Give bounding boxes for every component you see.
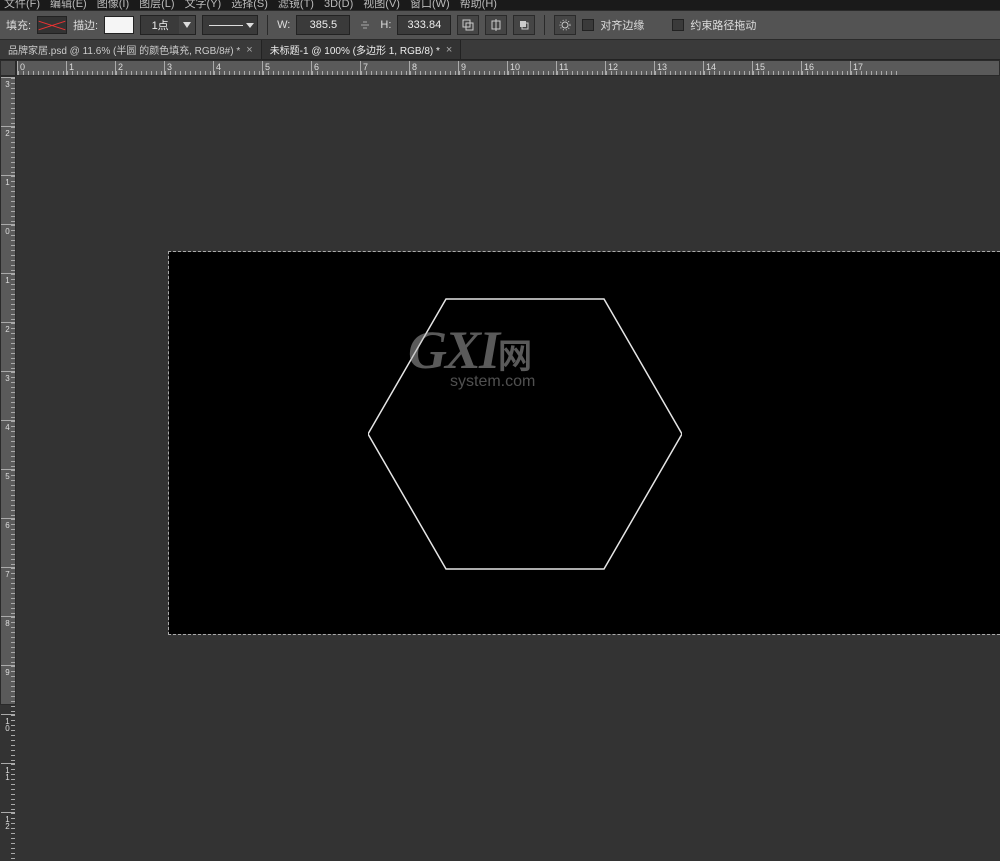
close-icon[interactable]: × [446,44,452,56]
ruler-tick: 1 [66,61,115,75]
watermark-net: 网 [498,339,532,376]
menu-bar: 文件(F) 编辑(E) 图像(I) 图层(L) 文字(Y) 选择(S) 滤镜(T… [0,0,1000,10]
close-icon[interactable]: × [246,44,252,56]
ruler-tick: 4 [213,61,262,75]
menu-file[interactable]: 文件(F) [4,0,40,10]
ruler-tick: 16 [801,61,850,75]
ruler-tick: 10 [507,61,556,75]
constrain-label: 约束路径拖动 [690,17,756,33]
stroke-width-input[interactable]: 1点 [140,15,196,35]
menu-filter[interactable]: 滤镜(T) [278,0,314,10]
watermark-sub: system.com [450,373,535,391]
path-ops-icon[interactable] [457,15,479,35]
ruler-tick: 0 [17,61,66,75]
menu-3d[interactable]: 3D(D) [324,0,353,10]
menu-image[interactable]: 图像(I) [97,0,129,10]
ruler-vtick: 6 [1,518,15,567]
ruler-corner [0,60,16,76]
ruler-vtick: 7 [1,567,15,616]
link-icon[interactable] [356,16,374,34]
ruler-vtick: 3 [1,371,15,420]
ruler-vtick: 1 [1,273,15,322]
watermark-logo: GXI [408,320,498,380]
ruler-top[interactable]: 01234567891011121314151617 [16,60,1000,76]
fill-swatch[interactable] [37,16,67,34]
ruler-tick: 7 [360,61,409,75]
ruler-tick: 14 [703,61,752,75]
divider [544,15,545,35]
ruler-tick: 8 [409,61,458,75]
document-tab-1-label: 品牌家居.psd @ 11.6% (半圆 的颜色填充, RGB/8#) * [8,42,240,57]
ruler-tick: 13 [654,61,703,75]
stroke-swatch[interactable] [104,16,134,34]
ruler-vtick: 11 [1,763,15,812]
ruler-tick: 9 [458,61,507,75]
ruler-vtick: 9 [1,665,15,714]
width-input[interactable]: 385.5 [296,15,350,35]
ruler-tick: 15 [752,61,801,75]
ruler-vtick: 0 [1,224,15,273]
ruler-tick: 11 [556,61,605,75]
ruler-vtick: 4 [1,420,15,469]
ruler-tick: 3 [164,61,213,75]
chevron-down-icon[interactable] [179,16,195,34]
menu-select[interactable]: 选择(S) [231,0,268,10]
ruler-tick: 2 [115,61,164,75]
ruler-tick: 6 [311,61,360,75]
ruler-vtick: 12 [1,812,15,861]
ruler-vtick: 3 [1,77,15,126]
ruler-vtick: 8 [1,616,15,665]
fill-label: 填充: [6,17,31,33]
menu-help[interactable]: 帮助(H) [460,0,497,10]
stroke-style-dropdown[interactable] [202,15,258,35]
canvas-area[interactable]: GXI网 system.com [16,76,1000,705]
ruler-vtick: 5 [1,469,15,518]
divider [267,15,268,35]
ruler-tick: 5 [262,61,311,75]
document-tab-2-label: 未标题-1 @ 100% (多边形 1, RGB/8) * [270,42,440,57]
watermark: GXI网 system.com [408,319,535,391]
stroke-label: 描边: [73,17,98,33]
align-icon[interactable] [485,15,507,35]
ruler-vtick: 2 [1,322,15,371]
ruler-vtick: 2 [1,126,15,175]
options-bar: 填充: 描边: 1点 W: 385.5 H: 333.84 对齐边缘 约束路径拖… [0,10,1000,40]
width-label: W: [277,19,290,31]
menu-view[interactable]: 视图(V) [363,0,400,10]
ruler-vtick: 10 [1,714,15,763]
document-tab-2[interactable]: 未标题-1 @ 100% (多边形 1, RGB/8) * × [262,40,462,59]
menu-window[interactable]: 窗口(W) [410,0,450,10]
arrange-icon[interactable] [513,15,535,35]
ruler-tick: 17 [850,61,899,75]
menu-type[interactable]: 文字(Y) [185,0,222,10]
stroke-width-value: 1点 [141,17,179,33]
ruler-left[interactable]: 3210123456789101112 [0,76,16,705]
ruler-tick: 12 [605,61,654,75]
menu-layer[interactable]: 图层(L) [139,0,174,10]
ruler-vtick: 1 [1,175,15,224]
document-tab-bar: 品牌家居.psd @ 11.6% (半圆 的颜色填充, RGB/8#) * × … [0,40,1000,60]
constrain-checkbox[interactable] [672,19,684,31]
gear-icon[interactable] [554,15,576,35]
document-tab-1[interactable]: 品牌家居.psd @ 11.6% (半圆 的颜色填充, RGB/8#) * × [0,40,262,59]
menu-edit[interactable]: 编辑(E) [50,0,87,10]
height-input[interactable]: 333.84 [397,15,451,35]
align-edges-label: 对齐边缘 [600,17,644,33]
align-edges-checkbox[interactable] [582,19,594,31]
height-label: H: [380,19,391,31]
